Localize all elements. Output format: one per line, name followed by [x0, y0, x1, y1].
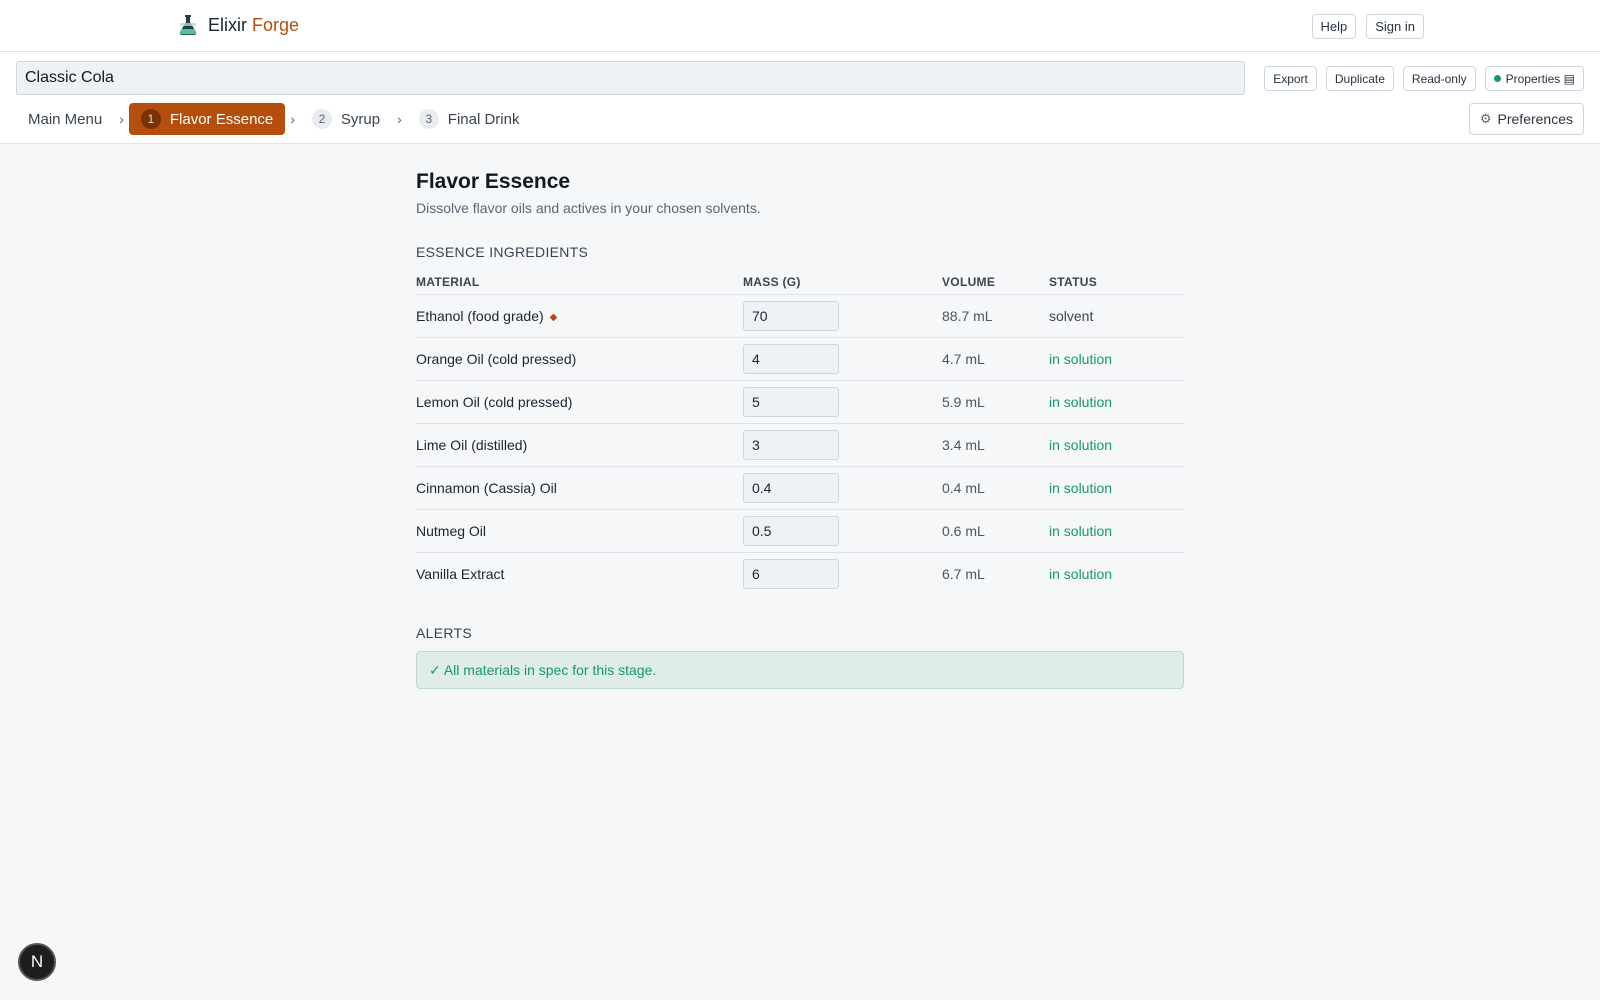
mass-cell: [743, 380, 942, 424]
sign-in-button[interactable]: Sign in: [1366, 14, 1424, 39]
ingredients-table: MATERIAL MASS (G) VOLUME STATUS Ethanol …: [416, 274, 1184, 595]
step-label: Syrup: [340, 110, 381, 128]
mass-input[interactable]: [743, 429, 839, 460]
status-cell: in solution: [1049, 423, 1184, 467]
volume-cell: 6.7 mL: [942, 565, 985, 582]
table-row: Ethanol (food grade) ◆ 88.7 mL solvent: [416, 294, 1184, 338]
alerts-section-heading: ALERTS: [416, 625, 473, 641]
material-cell: Cinnamon (Cassia) Oil: [416, 466, 743, 510]
mass-cell: [743, 423, 942, 467]
panel-icon: ▤: [1563, 71, 1575, 86]
mass-input[interactable]: [743, 558, 839, 589]
preferences-label: Preferences: [1497, 111, 1573, 127]
volume-cell: 3.4 mL: [942, 423, 1049, 467]
help-button[interactable]: Help: [1311, 14, 1357, 39]
flask-logo-icon: [179, 15, 197, 36]
mass-cell: [743, 466, 942, 510]
page-title: Flavor Essence: [416, 170, 571, 193]
step-label: Flavor Essence: [169, 110, 274, 128]
step-number: 2: [311, 109, 332, 129]
status-cell: in solution: [1049, 565, 1113, 582]
brand[interactable]: Elixir Forge: [178, 14, 299, 36]
mass-cell: [743, 509, 942, 553]
material-cell: Nutmeg Oil: [416, 509, 743, 553]
mass-input[interactable]: [743, 472, 839, 503]
table-row: Lemon Oil (cold pressed) 5.9 mL in solut…: [416, 380, 1184, 424]
step-number: 1: [140, 109, 161, 129]
column-header-volume: VOLUME: [942, 274, 1049, 295]
solvent-flag-icon: ◆: [549, 311, 558, 323]
mass-input[interactable]: [743, 515, 839, 546]
table-row: Lime Oil (distilled) 3.4 mL in solution: [416, 423, 1184, 467]
table-row: Cinnamon (Cassia) Oil 0.4 mL in solution: [416, 466, 1184, 510]
brand-accent: Forge: [252, 14, 300, 35]
table-row: Vanilla Extract 6.7 mL in solution: [416, 552, 1184, 595]
stage-content: Flavor Essence Dissolve flavor oils and …: [416, 170, 1184, 689]
stage-breadcrumb: Main Menu › 1 Flavor Essence › 2 Syrup ›…: [16, 103, 531, 135]
material-cell: Orange Oil (cold pressed): [416, 337, 743, 381]
alert-success-banner: ✓ All materials in spec for this stage.: [416, 651, 1184, 689]
step-label: Final Drink: [447, 110, 520, 128]
status-cell: in solution: [1049, 509, 1184, 553]
step-syrup[interactable]: 2 Syrup: [300, 103, 392, 135]
status-cell: in solution: [1049, 337, 1184, 381]
volume-cell: 88.7 mL: [942, 294, 1049, 338]
status-cell: in solution: [1049, 466, 1184, 510]
material-cell: Lemon Oil (cold pressed): [416, 380, 743, 424]
page-subtitle: Dissolve flavor oils and actives in your…: [416, 200, 761, 216]
step-flavor-essence[interactable]: 1 Flavor Essence: [128, 103, 286, 135]
dev-tools-button[interactable]: N: [18, 943, 56, 981]
mass-input[interactable]: [743, 343, 839, 374]
mass-input[interactable]: [743, 386, 839, 417]
volume-cell: 0.4 mL: [942, 466, 1049, 510]
column-header-status: STATUS: [1049, 274, 1184, 295]
chevron-right-icon: ›: [119, 111, 124, 127]
chevron-right-icon: ›: [397, 111, 402, 127]
material-name: Ethanol (food grade): [416, 307, 544, 324]
mass-cell: [743, 337, 942, 381]
column-header-mass: MASS (G): [743, 274, 942, 295]
table-header-row: MATERIAL MASS (G) VOLUME STATUS: [416, 274, 1184, 295]
material-cell: Vanilla Extract: [416, 565, 505, 582]
material-cell: Ethanol (food grade) ◆: [416, 294, 743, 338]
volume-cell: 5.9 mL: [942, 380, 1049, 424]
mass-cell: [743, 294, 942, 338]
brand-primary: Elixir: [208, 14, 247, 35]
properties-label: Properties: [1505, 71, 1561, 86]
volume-cell: 4.7 mL: [942, 337, 1049, 381]
alert-message: ✓ All materials in spec for this stage.: [429, 661, 657, 678]
top-actions: Help Sign in: [1311, 14, 1424, 39]
column-header-material: MATERIAL: [416, 274, 743, 295]
preferences-button[interactable]: ⚙ Preferences: [1468, 103, 1584, 135]
status-dot-icon: [1493, 74, 1501, 82]
export-button[interactable]: Export: [1264, 66, 1317, 91]
status-cell: solvent: [1049, 294, 1184, 338]
document-bar: Export Duplicate Read-only Properties ▤ …: [0, 52, 1600, 144]
document-title-input[interactable]: [16, 61, 1245, 95]
mass-input[interactable]: [743, 300, 839, 331]
material-cell: Lime Oil (distilled): [416, 423, 743, 467]
table-row: Orange Oil (cold pressed) 4.7 mL in solu…: [416, 337, 1184, 381]
read-only-button[interactable]: Read-only: [1402, 66, 1476, 91]
ingredients-section-heading: ESSENCE INGREDIENTS: [416, 244, 589, 260]
table-row: Nutmeg Oil 0.6 mL in solution: [416, 509, 1184, 553]
step-final-drink[interactable]: 3 Final Drink: [407, 103, 532, 135]
step-number: 3: [418, 109, 439, 129]
volume-cell: 0.6 mL: [942, 509, 1049, 553]
brand-name: Elixir Forge: [208, 15, 299, 36]
document-actions: Export Duplicate Read-only Properties ▤: [1264, 66, 1584, 91]
mass-cell: [743, 552, 942, 595]
properties-button[interactable]: Properties ▤: [1484, 66, 1584, 91]
chevron-right-icon: ›: [290, 111, 295, 127]
gear-icon: ⚙: [1479, 111, 1492, 126]
duplicate-button[interactable]: Duplicate: [1325, 66, 1394, 91]
top-bar: Elixir Forge Help Sign in: [0, 0, 1600, 52]
status-cell: in solution: [1049, 380, 1184, 424]
main-menu-link[interactable]: Main Menu: [16, 111, 114, 128]
